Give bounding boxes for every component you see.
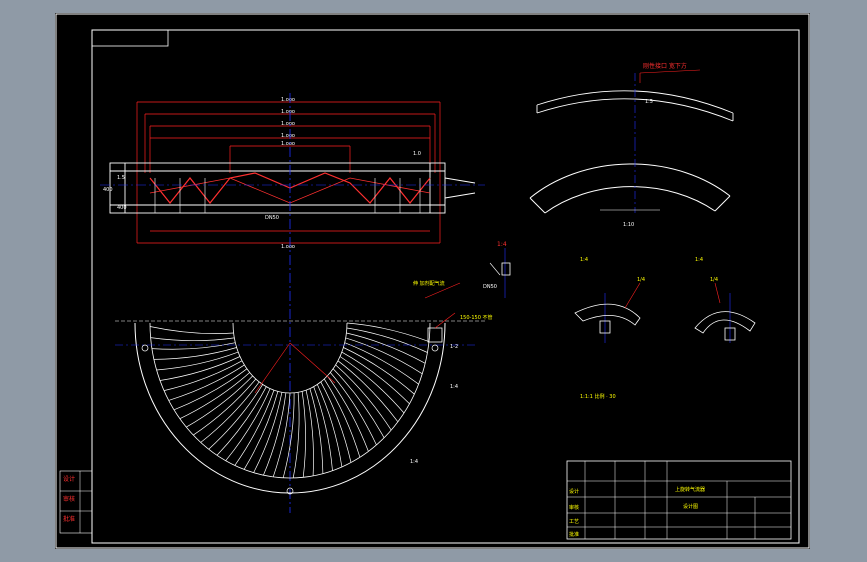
section-right: 1:4 1/4 (694, 257, 756, 343)
blade (179, 372, 250, 420)
side-stamps: 设计 审核 批准 (59, 470, 93, 534)
blade (339, 356, 405, 414)
side-dim-1: 400 (103, 187, 113, 193)
blade (173, 368, 248, 411)
dim-3: 1.ooo (281, 121, 295, 127)
side-dim-3: 400 (117, 205, 127, 211)
blade (263, 392, 287, 476)
tb-label-3: 工艺 (569, 519, 579, 525)
blade (216, 386, 267, 456)
plan-view: 伸 加剂配气流 150-150 不管 1-2 1:4 1:4 (115, 280, 492, 495)
blade (150, 337, 235, 342)
blade (163, 360, 243, 391)
section-right-title: 1:4 (695, 257, 703, 263)
section-left: 1:4 1/4 (574, 257, 645, 343)
tb-label-4: 批准 (569, 531, 579, 538)
plan-callout-5: 1:4 (410, 459, 418, 465)
blade (301, 391, 306, 478)
top-elevation-view: 1.ooo 1.ooo 1.ooo 1.ooo 1.ooo 1.ooo 400 … (100, 93, 485, 513)
inner-border (91, 29, 800, 544)
blade (156, 351, 239, 371)
arc-detail: 刚性接口 宽下方 1.5 1:10 (529, 62, 734, 228)
stamp-2: 审核 (63, 495, 75, 503)
blade (149, 326, 234, 334)
blade (341, 351, 410, 405)
plan-callout-1: 伸 加剂配气流 (413, 280, 445, 287)
blade (186, 375, 253, 428)
small-detail-top: 1:4 (497, 241, 507, 248)
blade (272, 392, 291, 478)
dim-2: 1.ooo (281, 109, 295, 115)
section-left-leader: 1/4 (637, 277, 645, 283)
title-block: 上旋转气流器 设计图 设计 审核 工艺 批准 (566, 460, 792, 540)
dim-4: 1.ooo (281, 133, 295, 139)
blade (337, 360, 399, 423)
drawing-name: 上旋转气流器 (675, 486, 705, 493)
arc-dim-label: 1.5 (645, 99, 653, 105)
dim-5: 1.ooo (281, 141, 295, 147)
arc-scale-label: 1:10 (623, 222, 634, 228)
cad-viewport[interactable]: 设计 审核 批准 1.ooo 1.ooo 1.ooo 1.ooo 1.ooo 1… (55, 13, 810, 549)
section-label: DN50 (265, 215, 279, 221)
blade (346, 322, 430, 342)
blade (320, 381, 352, 463)
blade (344, 342, 419, 385)
plan-callout-2: 150-150 不管 (460, 314, 492, 321)
blade (208, 384, 263, 450)
tb-label-2: 审核 (569, 504, 579, 511)
section-right-leader: 1/4 (710, 277, 718, 283)
small-detail: 1:4 DN50 (483, 241, 511, 298)
stamp-3: 批准 (63, 515, 75, 523)
small-detail-bottom: DN50 (483, 284, 497, 290)
dim-6: 1.ooo (281, 244, 295, 250)
right-dim: 1.0 (413, 151, 421, 157)
blade (305, 390, 314, 476)
blade (327, 375, 369, 452)
blade (330, 372, 377, 446)
tb-label-1: 设计 (569, 488, 579, 495)
plan-callout-4: 1:4 (450, 384, 458, 390)
section-left-title: 1:4 (580, 257, 588, 263)
cad-drawing: 设计 审核 批准 1.ooo 1.ooo 1.ooo 1.ooo 1.ooo 1… (55, 13, 810, 549)
stamp-1: 设计 (63, 475, 75, 483)
arc-leader-label: 刚性接口 宽下方 (643, 62, 687, 70)
part-name: 设计图 (683, 503, 698, 510)
plan-callout-3: 1-2 (450, 344, 458, 350)
sections-note: 1:1:1 比例 · 30 (580, 393, 616, 400)
blade (316, 384, 343, 468)
top-left-box (91, 29, 169, 47)
blade (151, 342, 236, 350)
dim-1: 1.ooo (281, 97, 295, 103)
blade (253, 392, 283, 473)
side-dim-2: 1.5 (117, 175, 125, 181)
blade (309, 388, 324, 474)
